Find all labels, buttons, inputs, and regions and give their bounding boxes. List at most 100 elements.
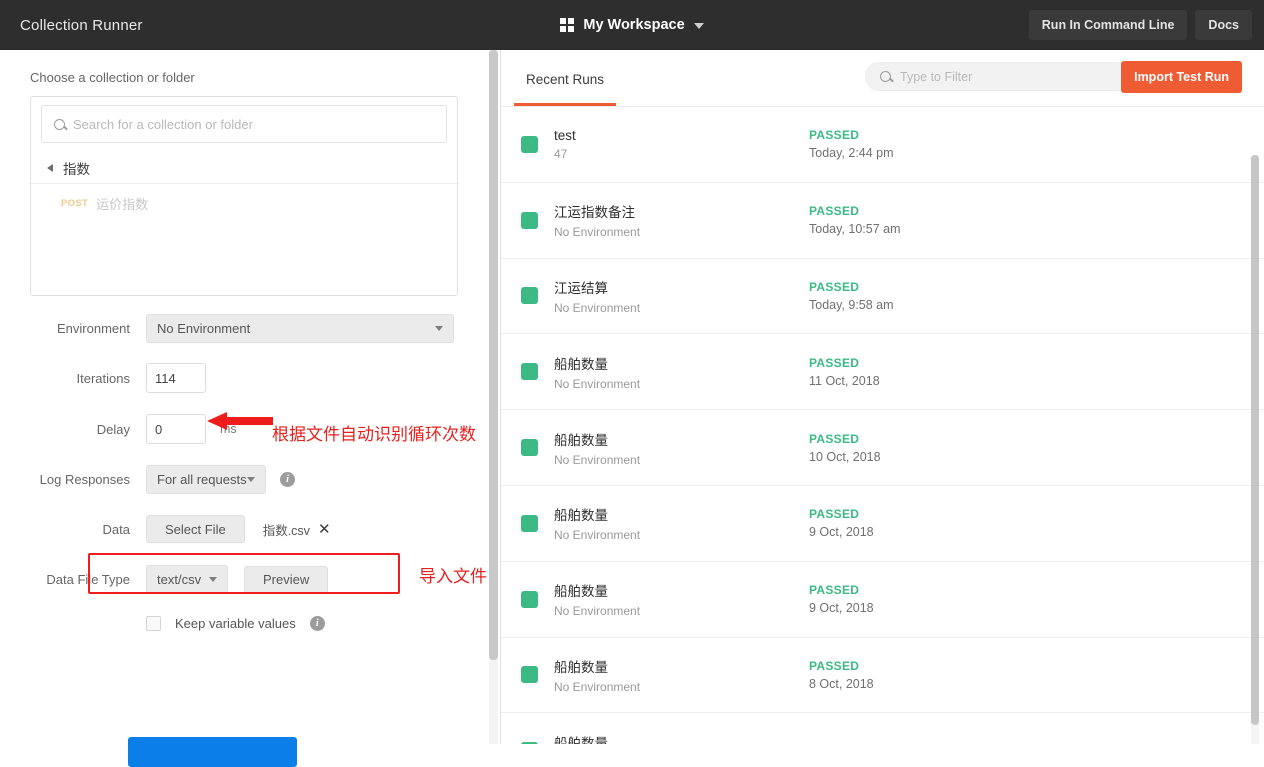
status-badge xyxy=(521,514,538,532)
run-list-item[interactable]: test 47 PASSED Today, 2:44 pm xyxy=(501,107,1264,183)
environment-select[interactable]: No Environment xyxy=(146,314,454,343)
run-meta: 江运结算 No Environment xyxy=(554,277,640,315)
delay-input[interactable] xyxy=(146,414,206,444)
environment-row: Environment No Environment xyxy=(30,314,500,343)
chevron-down-icon xyxy=(247,477,255,482)
log-responses-row: Log Responses For all requests i xyxy=(30,465,500,494)
run-status-text: PASSED xyxy=(809,431,860,446)
run-list-item[interactable]: 船舶数量 No Environment PASSED 11 Oct, 2018 xyxy=(501,334,1264,411)
data-row: Data Select File 指数.csv ✕ xyxy=(30,515,500,543)
run-list-item[interactable]: 江运结算 No Environment PASSED Today, 9:58 a… xyxy=(501,259,1264,335)
run-name: 江运结算 xyxy=(554,280,608,296)
run-subtitle: No Environment xyxy=(554,225,641,240)
info-icon[interactable]: i xyxy=(280,472,295,487)
log-responses-select[interactable]: For all requests xyxy=(146,465,266,494)
choose-collection-label: Choose a collection or folder xyxy=(30,70,195,85)
info-icon[interactable]: i xyxy=(309,616,325,631)
request-row[interactable]: POST 运价指数 xyxy=(31,188,457,218)
run-collection-button[interactable] xyxy=(128,737,297,767)
search-icon xyxy=(880,71,891,82)
workspace-switcher[interactable]: My Workspace xyxy=(560,17,704,33)
docs-button[interactable]: Docs xyxy=(1195,10,1252,40)
close-icon[interactable]: ✕ xyxy=(318,522,331,537)
run-status: PASSED 8 Oct, 2018 xyxy=(809,659,874,691)
run-status-date: Today, 2:44 pm xyxy=(809,146,894,161)
chevron-down-icon[interactable] xyxy=(693,23,704,29)
collection-selector-box: 指数 POST 运价指数 xyxy=(30,96,458,296)
collection-folder-row[interactable]: 指数 xyxy=(31,152,457,184)
delay-label: Delay xyxy=(96,421,130,437)
collection-search-row[interactable] xyxy=(41,105,447,143)
status-badge xyxy=(521,363,538,381)
right-pane-scrollbar[interactable] xyxy=(1251,155,1259,744)
status-badge xyxy=(521,287,538,305)
status-badge xyxy=(521,135,538,153)
run-status-date: 10 Oct, 2018 xyxy=(809,449,881,464)
runs-list: test 47 PASSED Today, 2:44 pm 江运指数备注 No … xyxy=(501,106,1264,744)
keep-variable-row: Keep variable values i xyxy=(30,616,500,631)
iterations-row: Iterations xyxy=(30,363,500,393)
top-bar: Collection Runner My Workspace Run In Co… xyxy=(0,0,1264,50)
run-subtitle: No Environment xyxy=(554,528,641,543)
environment-label: Environment xyxy=(57,321,130,336)
left-pane-scrollbar[interactable] xyxy=(489,50,498,744)
run-status-text: PASSED xyxy=(809,507,860,522)
annotation-iterations: 根据文件自动识别循环次数 xyxy=(272,425,476,445)
iterations-label: Iterations xyxy=(76,370,130,386)
filter-box[interactable] xyxy=(865,62,1133,91)
run-status-text: PASSED xyxy=(809,279,860,294)
recent-runs-header: Recent Runs Import Test Run xyxy=(501,50,1264,106)
run-status-text: PASSED xyxy=(809,204,860,219)
run-name: test xyxy=(554,127,576,143)
run-meta: 船舶数量 No Environment xyxy=(554,732,640,744)
app-title: Collection Runner xyxy=(20,16,143,34)
iterations-input[interactable] xyxy=(146,363,206,393)
keep-variable-checkbox[interactable] xyxy=(146,616,161,631)
run-status: PASSED 10 Oct, 2018 xyxy=(809,432,881,464)
tab-recent-runs[interactable]: Recent Runs xyxy=(514,50,617,106)
run-status: PASSED 9 Oct, 2018 xyxy=(809,583,874,615)
run-name: 船舶数量 xyxy=(554,584,608,600)
run-status-date: 9 Oct, 2018 xyxy=(809,601,874,616)
run-status-text: PASSED xyxy=(809,658,860,673)
run-list-item[interactable]: 船舶数量 No Environment PASSED xyxy=(501,713,1264,744)
collection-folder-name: 指数 xyxy=(63,161,90,177)
run-name: 船舶数量 xyxy=(554,356,608,372)
run-list-item[interactable]: 船舶数量 No Environment PASSED 9 Oct, 2018 xyxy=(501,562,1264,638)
top-bar-actions: Run In Command Line Docs xyxy=(1028,0,1252,50)
preview-button[interactable]: Preview xyxy=(244,565,329,594)
run-status-text: PASSED xyxy=(809,128,860,143)
run-meta: 船舶数量 No Environment xyxy=(554,429,640,467)
run-meta: test 47 xyxy=(554,128,576,161)
run-status: PASSED 9 Oct, 2018 xyxy=(809,507,874,539)
runner-config-pane: Choose a collection or folder 指数 POST 运价… xyxy=(0,50,500,744)
annotation-import-file: 导入文件 xyxy=(419,567,487,587)
run-list-item[interactable]: 江运指数备注 No Environment PASSED Today, 10:5… xyxy=(501,183,1264,259)
data-label: Data xyxy=(102,521,130,537)
chevron-down-icon xyxy=(435,326,443,331)
status-badge xyxy=(521,211,538,229)
right-pane-scrollbar-thumb[interactable] xyxy=(1251,155,1259,725)
status-badge xyxy=(521,439,538,457)
chevron-left-icon[interactable] xyxy=(47,163,53,172)
run-meta: 船舶数量 No Environment xyxy=(554,353,640,391)
run-list-item[interactable]: 船舶数量 No Environment PASSED 10 Oct, 2018 xyxy=(501,410,1264,486)
filter-input[interactable] xyxy=(900,69,1118,84)
run-meta: 船舶数量 No Environment xyxy=(554,580,640,618)
left-pane-scrollbar-thumb[interactable] xyxy=(489,50,498,660)
run-status-text: PASSED xyxy=(809,583,860,598)
run-subtitle: No Environment xyxy=(554,376,641,391)
run-in-command-line-button[interactable]: Run In Command Line xyxy=(1028,10,1188,40)
import-test-run-button[interactable]: Import Test Run xyxy=(1121,61,1242,93)
data-file-type-select[interactable]: text/csv xyxy=(146,565,228,594)
request-method-label: POST xyxy=(61,197,89,209)
run-meta: 江运指数备注 No Environment xyxy=(554,201,640,239)
run-meta: 船舶数量 No Environment xyxy=(554,656,640,694)
run-list-item[interactable]: 船舶数量 No Environment PASSED 8 Oct, 2018 xyxy=(501,638,1264,714)
recent-runs-pane: Recent Runs Import Test Run test 47 PASS… xyxy=(500,50,1264,744)
select-file-button[interactable]: Select File xyxy=(146,515,245,543)
run-status-date: 9 Oct, 2018 xyxy=(809,525,874,540)
run-subtitle: No Environment xyxy=(554,452,641,467)
collection-search-input[interactable] xyxy=(73,116,434,132)
run-list-item[interactable]: 船舶数量 No Environment PASSED 9 Oct, 2018 xyxy=(501,486,1264,562)
